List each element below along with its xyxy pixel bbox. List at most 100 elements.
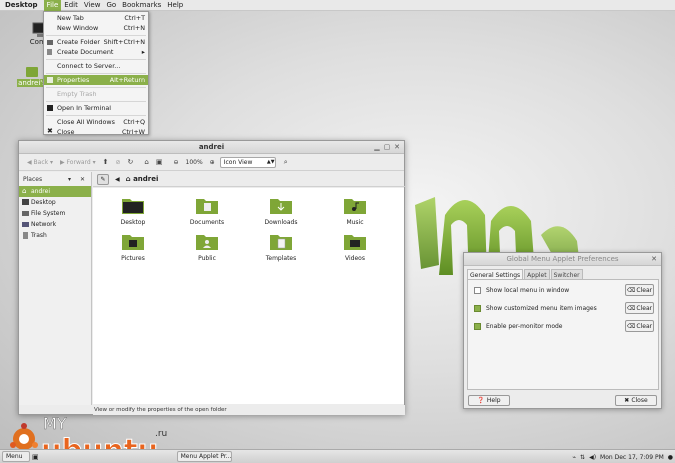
close-icon[interactable]: ✕ xyxy=(80,176,85,183)
path-crumb[interactable]: ⌂ andrei xyxy=(126,175,159,183)
downloads-folder-icon xyxy=(270,199,292,214)
computer-icon[interactable]: ▣ xyxy=(154,156,165,168)
folder-item[interactable]: Documents xyxy=(177,196,237,226)
menu-go[interactable]: Go xyxy=(103,0,119,11)
back-button[interactable]: ◀ Back ▾ xyxy=(25,156,55,168)
help-button[interactable]: ❓ Help xyxy=(468,395,510,406)
sidebar-item-home[interactable]: ⌂ andrei xyxy=(19,186,91,197)
system-tray: ⌁ ⇅ ◀) Mon Dec 17, 7:09 PM ● xyxy=(572,450,673,463)
global-menubar: Desktop File Edit View Go Bookmarks Help xyxy=(0,0,675,11)
folder-item[interactable]: Templates xyxy=(251,232,311,262)
folder-item[interactable]: Downloads xyxy=(251,196,311,226)
close-button[interactable]: ✖ Close xyxy=(615,395,657,406)
zoom-level: 100% xyxy=(185,158,203,166)
folder-icon xyxy=(47,40,53,45)
trash-icon xyxy=(23,232,28,239)
menu-separator xyxy=(46,34,146,36)
close-icon[interactable]: ✕ xyxy=(650,255,658,263)
dialog-titlebar[interactable]: Global Menu Applet Preferences ✕ xyxy=(464,253,661,266)
local-menu-checkbox[interactable] xyxy=(474,286,481,294)
sidebar-item-desktop[interactable]: Desktop xyxy=(19,197,91,208)
close-icon: ✖ xyxy=(47,127,53,135)
dialog-title: Global Menu Applet Preferences xyxy=(506,255,619,263)
close-icon[interactable]: ✕ xyxy=(393,143,401,151)
window-title: andrei xyxy=(198,143,225,151)
file-menu-dropdown: New Tab Ctrl+T New Window Ctrl+N Create Fo… xyxy=(43,11,149,137)
start-menu-button[interactable]: Menu xyxy=(2,451,30,462)
menu-item-empty-trash[interactable]: Empty Trash xyxy=(44,89,148,99)
home-icon: ⌂ xyxy=(125,175,134,183)
view-mode-select[interactable]: Icon View ▲▼ xyxy=(219,156,276,168)
menu-item-create-document[interactable]: Create Document ▸ xyxy=(44,47,148,57)
window-titlebar[interactable]: andrei ▁ ▢ ✕ xyxy=(19,141,404,154)
up-icon[interactable]: ⬆ xyxy=(101,156,111,168)
document-icon xyxy=(47,49,52,55)
menu-separator xyxy=(46,72,146,74)
clear-icon: ⌫ xyxy=(626,322,636,330)
edit-path-icon[interactable]: ✎ xyxy=(97,173,109,185)
menu-item-new-window[interactable]: New Window Ctrl+N xyxy=(44,23,148,33)
places-header[interactable]: Places ▾ ✕ xyxy=(19,172,91,186)
menu-separator xyxy=(46,58,146,60)
menu-edit[interactable]: Edit xyxy=(61,0,81,11)
folder-item[interactable]: Public xyxy=(177,232,237,262)
taskbar-task[interactable]: Menu Applet Pr... xyxy=(176,451,232,462)
folder-item[interactable]: Music xyxy=(325,196,385,226)
menu-separator xyxy=(46,86,146,88)
svg-text:.ru: .ru xyxy=(155,429,167,439)
clear-button[interactable]: ⌫ Clear xyxy=(625,284,654,296)
desktop-folder-icon xyxy=(122,199,144,214)
home-icon[interactable]: ⌂ xyxy=(142,156,150,168)
minimize-icon[interactable]: ▁ xyxy=(373,143,381,151)
public-folder-icon xyxy=(196,235,218,250)
clear-icon: ⌫ xyxy=(626,286,636,294)
sidebar-item-trash[interactable]: Trash xyxy=(19,230,91,241)
menu-desktop[interactable]: Desktop xyxy=(0,0,44,11)
reload-icon[interactable]: ↻ xyxy=(126,156,136,168)
clear-button[interactable]: ⌫ Clear xyxy=(625,302,654,314)
chevron-down-icon[interactable]: ▾ xyxy=(68,176,71,183)
menu-item-close[interactable]: ✖ Close Ctrl+W xyxy=(44,127,148,137)
menu-images-checkbox[interactable] xyxy=(474,304,481,312)
menu-item-open-terminal[interactable]: Open In Terminal xyxy=(44,103,148,113)
clear-icon: ⌫ xyxy=(626,304,636,312)
path-back-icon[interactable]: ◀ xyxy=(115,176,120,183)
menu-bookmarks[interactable]: Bookmarks xyxy=(119,0,164,11)
per-monitor-checkbox[interactable] xyxy=(474,322,481,330)
user-icon[interactable]: ● xyxy=(668,454,673,461)
path-bar: ✎ ◀ ⌂ andrei xyxy=(93,172,405,187)
stop-icon[interactable]: ⊘ xyxy=(114,156,123,168)
desktop-icon xyxy=(22,199,29,205)
folder-item[interactable]: Videos xyxy=(325,232,385,262)
volume-icon[interactable]: ◀) xyxy=(589,454,596,461)
svg-text:MY: MY xyxy=(43,414,67,433)
sidebar-item-network[interactable]: Network xyxy=(19,219,91,230)
option-row: Show customized menu item images ⌫ Clear xyxy=(474,302,656,314)
zoom-out-icon[interactable]: ⊖ xyxy=(171,156,180,168)
home-icon: ⌂ xyxy=(22,187,27,195)
menu-view[interactable]: View xyxy=(81,0,104,11)
menu-item-close-all[interactable]: Close All Windows Ctrl+Q xyxy=(44,117,148,127)
help-icon: ❓ xyxy=(477,397,485,404)
documents-folder-icon xyxy=(196,199,218,214)
prefs-dialog: Global Menu Applet Preferences ✕ General… xyxy=(463,252,662,409)
desktop-icon[interactable]: ▣ xyxy=(32,453,39,461)
zoom-in-icon[interactable]: ⊕ xyxy=(208,156,217,168)
forward-button[interactable]: ▶ Forward ▾ xyxy=(58,156,98,168)
folder-item[interactable]: Desktop xyxy=(103,196,163,226)
menu-file[interactable]: File xyxy=(43,0,62,11)
network-icon[interactable]: ⇅ xyxy=(580,454,585,461)
menu-item-new-tab[interactable]: New Tab Ctrl+T xyxy=(44,13,148,23)
usb-icon[interactable]: ⌁ xyxy=(572,454,576,461)
folder-view[interactable]: Desktop Documents Downloads Music Pictur… xyxy=(93,188,404,404)
menu-item-connect-server[interactable]: Connect to Server... xyxy=(44,61,148,71)
folder-item[interactable]: Pictures xyxy=(103,232,163,262)
maximize-icon[interactable]: ▢ xyxy=(383,143,391,151)
clear-button[interactable]: ⌫ Clear xyxy=(625,320,654,332)
menu-item-properties[interactable]: Properties Alt+Return xyxy=(44,75,148,85)
sidebar-item-filesystem[interactable]: File System xyxy=(19,208,91,219)
search-icon[interactable]: ⌕ xyxy=(282,156,290,168)
menu-item-create-folder[interactable]: Create Folder Shift+Ctrl+N xyxy=(44,37,148,47)
menu-help[interactable]: Help xyxy=(164,0,186,11)
clock[interactable]: Mon Dec 17, 7:09 PM xyxy=(600,454,664,461)
